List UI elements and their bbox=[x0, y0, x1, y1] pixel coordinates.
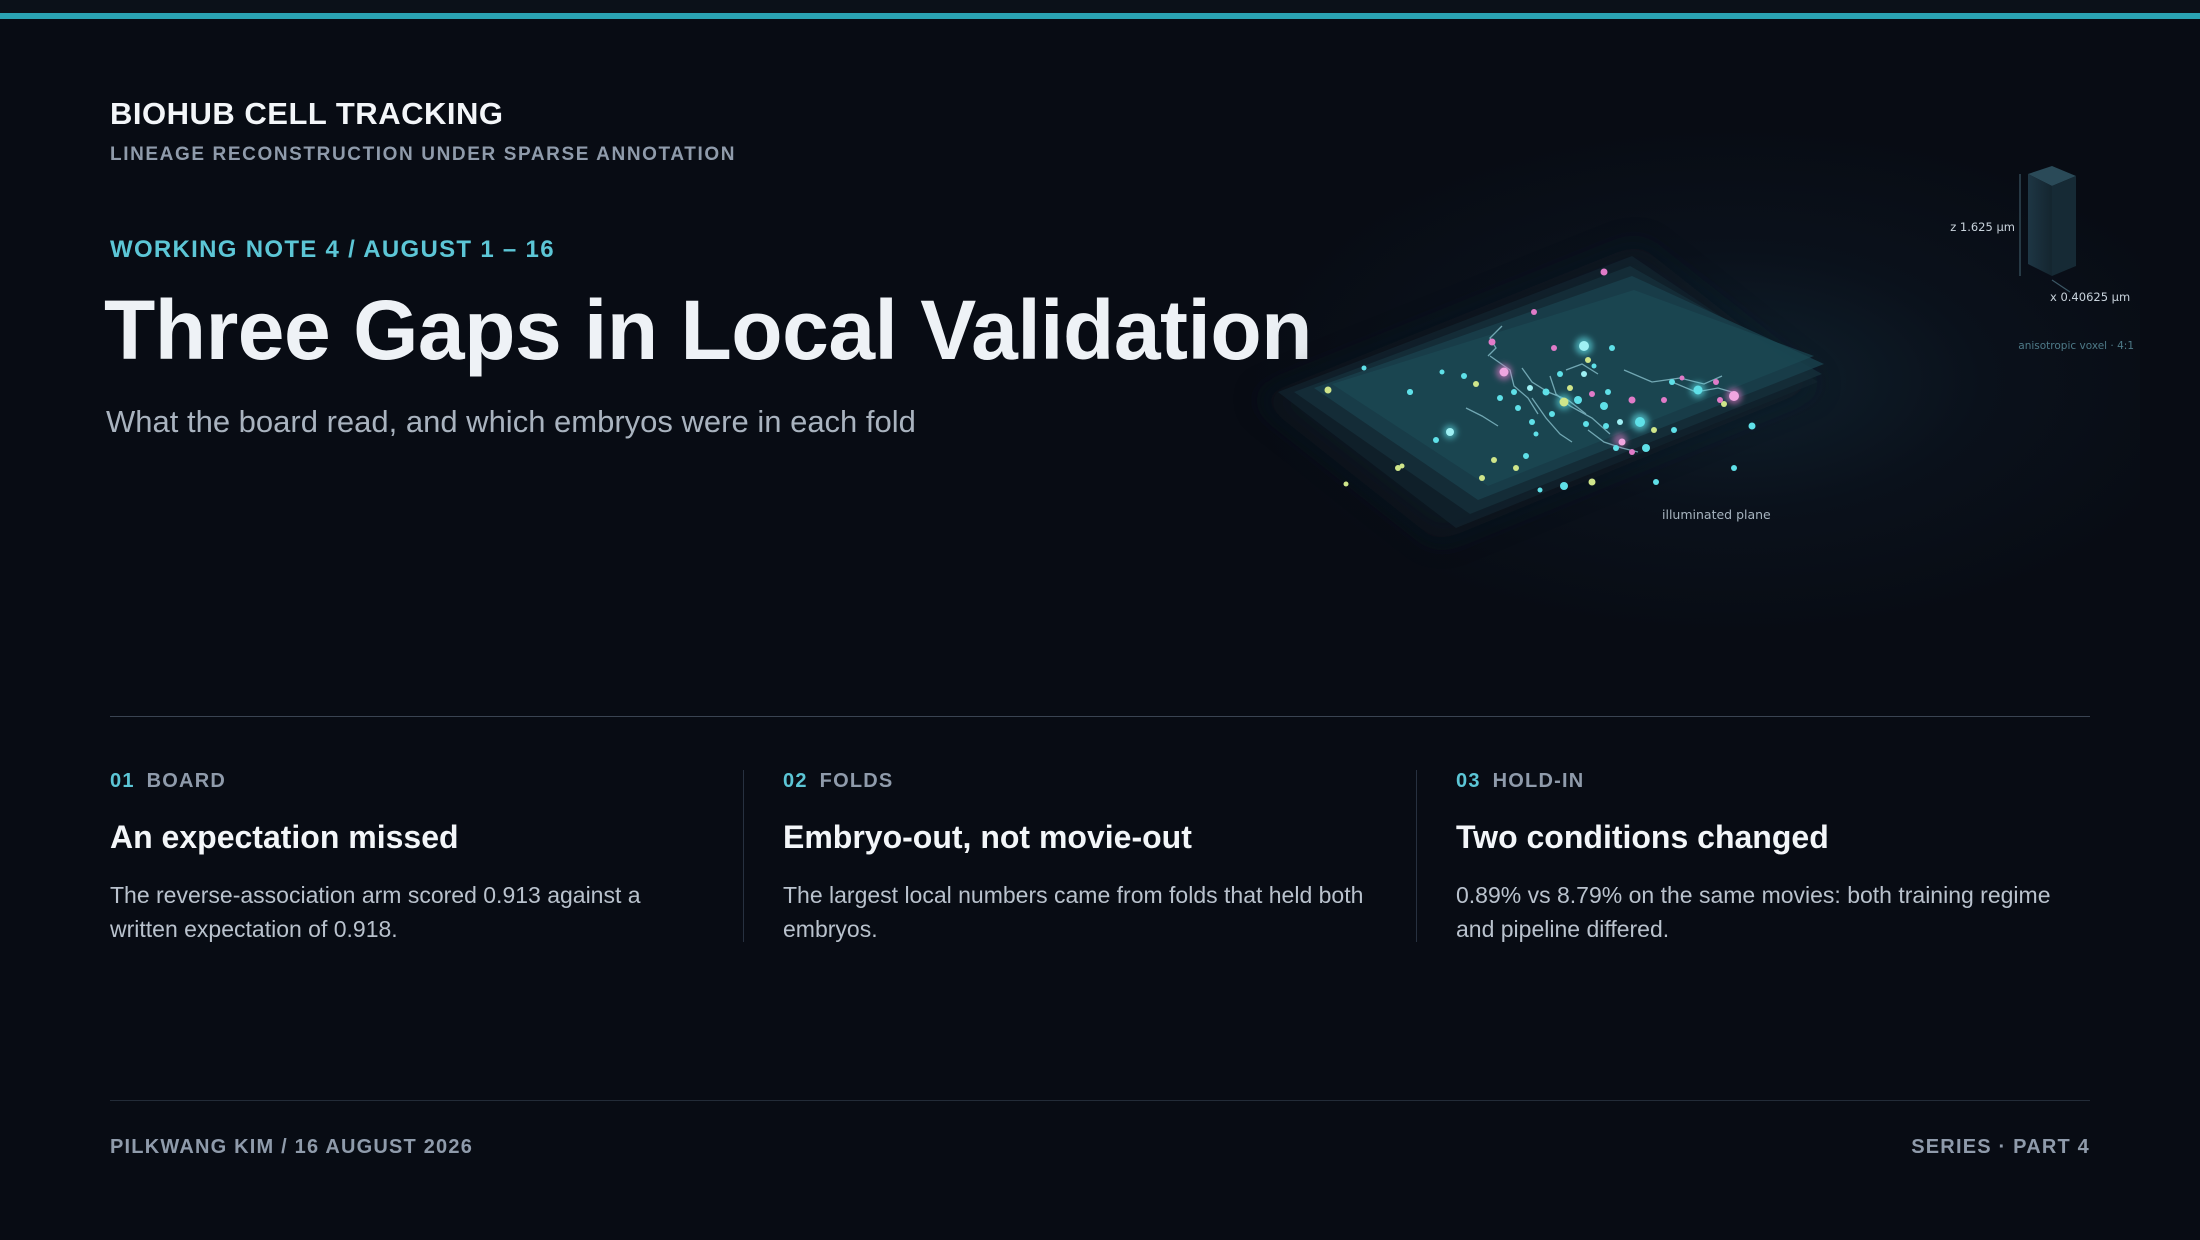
summary-card-folds: 02 FOLDS Embryo-out, not movie-out The la… bbox=[783, 770, 1383, 946]
top-accent-bar bbox=[0, 13, 2200, 19]
column-divider bbox=[1416, 770, 1417, 942]
card-title: Embryo-out, not movie-out bbox=[783, 819, 1192, 855]
top-bar-shadow bbox=[0, 0, 2200, 13]
cell-plane-illustration: z 1.625 µm x 0.40625 µm anisotropic voxe… bbox=[1256, 166, 2134, 542]
author-date: PILKWANG KIM / 16 AUGUST 2026 bbox=[110, 1136, 474, 1158]
footer-divider bbox=[110, 1100, 2090, 1101]
card-category: BOARD bbox=[146, 770, 226, 792]
card-label: 02 FOLDS bbox=[783, 770, 1383, 793]
card-number: 03 bbox=[1456, 770, 1481, 792]
card-category: HOLD-IN bbox=[1492, 770, 1585, 792]
card-label: 01 BOARD bbox=[110, 770, 710, 793]
card-title: An expectation missed bbox=[110, 819, 459, 855]
card-number: 01 bbox=[110, 770, 135, 792]
series-label: SERIES · PART 4 bbox=[1911, 1136, 2090, 1158]
card-text: The largest local numbers came from fold… bbox=[783, 882, 1364, 942]
page-subtitle: What the board read, and which embryos w… bbox=[106, 404, 916, 439]
voxel-prism bbox=[2019, 166, 2076, 293]
page-title: Three Gaps in Local Validation bbox=[104, 283, 1312, 377]
x-resolution-label: x 0.40625 µm bbox=[2050, 290, 2130, 304]
voxel-caption: anisotropic voxel · 4:1 bbox=[2018, 340, 2134, 352]
summary-card-hold-in: 03 HOLD-IN Two conditions changed 0.89% v… bbox=[1456, 770, 2056, 946]
working-note-label: WORKING NOTE 4 / AUGUST 1 – 16 bbox=[110, 236, 555, 263]
summary-card-board: 01 BOARD An expectation missed The revers… bbox=[110, 770, 710, 946]
card-text: The reverse-association arm scored 0.913… bbox=[110, 882, 641, 942]
z-resolution-label: z 1.625 µm bbox=[1950, 220, 2015, 234]
brand-title: BIOHUB CELL TRACKING bbox=[110, 96, 504, 131]
brand-subtitle: LINEAGE RECONSTRUCTION UNDER SPARSE ANNO… bbox=[110, 144, 737, 165]
plane-caption: illuminated plane bbox=[1662, 507, 1771, 522]
card-category: FOLDS bbox=[819, 770, 894, 792]
card-title: Two conditions changed bbox=[1456, 819, 1829, 855]
card-number: 02 bbox=[783, 770, 808, 792]
section-divider bbox=[110, 716, 2090, 717]
column-divider bbox=[743, 770, 744, 942]
card-label: 03 HOLD-IN bbox=[1456, 770, 2056, 793]
card-text: 0.89% vs 8.79% on the same movies: both … bbox=[1456, 882, 2051, 942]
